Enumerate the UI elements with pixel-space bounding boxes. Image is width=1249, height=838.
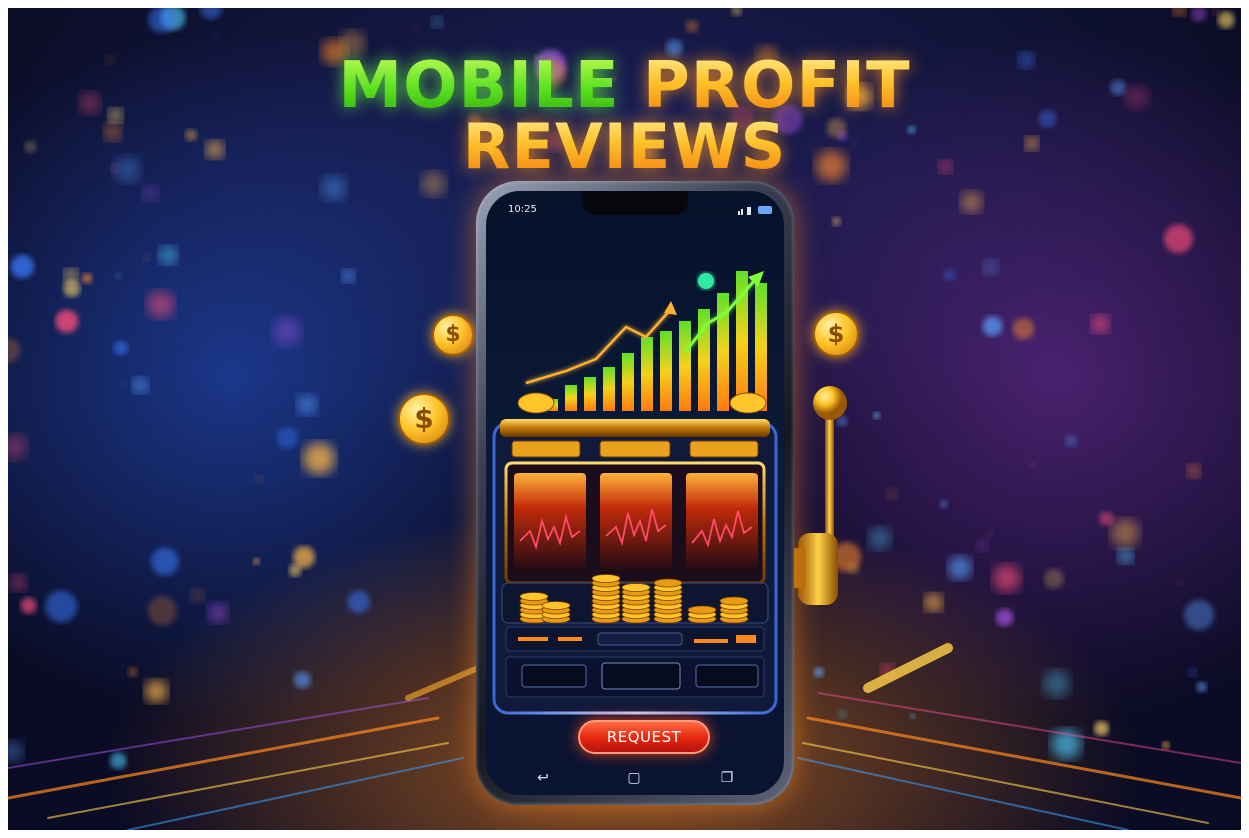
bokeh-light <box>832 217 841 226</box>
bokeh-light <box>1099 511 1114 526</box>
bokeh-light <box>159 246 178 265</box>
bokeh-light <box>412 26 419 32</box>
bokeh-light <box>983 259 999 275</box>
home-icon[interactable]: ▢ <box>623 769 645 787</box>
dollar-coin-icon: $ <box>432 314 474 356</box>
headline-word-reviews: REVIEWS <box>462 110 787 183</box>
bokeh-light <box>982 316 1003 337</box>
bokeh-light <box>8 338 21 363</box>
bokeh-light <box>986 530 993 538</box>
bokeh-light <box>960 191 983 213</box>
bokeh-light <box>431 16 443 28</box>
phone-screen: 10:25 REQUEST ↩ ▢ ❐ <box>486 191 784 795</box>
bokeh-light <box>115 272 122 280</box>
gold-coin <box>591 574 621 583</box>
bokeh-light <box>55 309 79 333</box>
bokeh-light <box>8 434 28 460</box>
dollar-coin-icon: $ <box>813 311 859 357</box>
bokeh-light <box>1065 434 1078 447</box>
gold-coin <box>719 596 749 606</box>
bokeh-light <box>63 280 81 297</box>
request-button[interactable]: REQUEST <box>578 720 710 754</box>
bokeh-light <box>143 254 151 261</box>
bokeh-light <box>868 527 891 550</box>
bokeh-light <box>81 273 93 284</box>
bokeh-light <box>873 412 880 419</box>
bokeh-light <box>1190 8 1207 22</box>
recents-icon[interactable]: ❐ <box>716 769 738 787</box>
bokeh-light <box>1030 462 1035 467</box>
headline-line-2: REVIEWS <box>8 112 1241 182</box>
bokeh-light <box>1172 8 1186 16</box>
bokeh-light <box>886 488 898 500</box>
dollar-coin-icon: $ <box>398 393 450 445</box>
bokeh-light <box>1012 318 1035 340</box>
bokeh-light <box>1117 548 1134 564</box>
bokeh-light <box>1164 224 1193 254</box>
bokeh-light <box>1217 11 1235 29</box>
bokeh-light <box>297 394 318 415</box>
bokeh-light <box>142 185 159 202</box>
bokeh-light <box>1111 519 1140 548</box>
bokeh-light <box>64 268 78 283</box>
bokeh-light <box>147 291 175 319</box>
bokeh-light <box>1211 8 1219 16</box>
slot-machine <box>492 392 778 715</box>
bokeh-light <box>132 377 148 394</box>
bokeh-light <box>276 427 299 449</box>
bokeh-light <box>119 381 125 387</box>
bokeh-light <box>341 269 355 283</box>
bokeh-light <box>200 8 222 20</box>
bokeh-light <box>685 19 699 33</box>
gold-coin <box>519 592 549 601</box>
slot-lever-icon <box>792 386 847 605</box>
bokeh-light <box>293 546 315 568</box>
back-icon[interactable]: ↩ <box>532 769 554 787</box>
bokeh-light <box>1091 314 1110 333</box>
bokeh-light <box>1187 464 1201 478</box>
bokeh-light <box>1188 396 1194 402</box>
bokeh-light <box>113 340 129 356</box>
smartphone: 10:25 REQUEST ↩ ▢ ❐ <box>476 181 794 805</box>
bokeh-light <box>731 8 742 16</box>
gold-coin <box>621 583 651 592</box>
gold-coin <box>687 605 717 615</box>
hero-banner: MOBILE PROFIT REVIEWS $ $ $ 10:25 REQUES… <box>8 8 1241 830</box>
bokeh-light <box>976 540 989 552</box>
bokeh-light <box>272 317 302 346</box>
bokeh-light <box>943 268 956 281</box>
bokeh-light <box>255 475 263 484</box>
bokeh-light <box>303 442 335 475</box>
bokeh-light <box>212 33 220 40</box>
gold-coin <box>653 578 683 588</box>
bokeh-light <box>939 500 948 508</box>
bokeh-light <box>10 254 34 279</box>
bokeh-light <box>253 557 260 565</box>
gold-coin <box>541 601 571 610</box>
